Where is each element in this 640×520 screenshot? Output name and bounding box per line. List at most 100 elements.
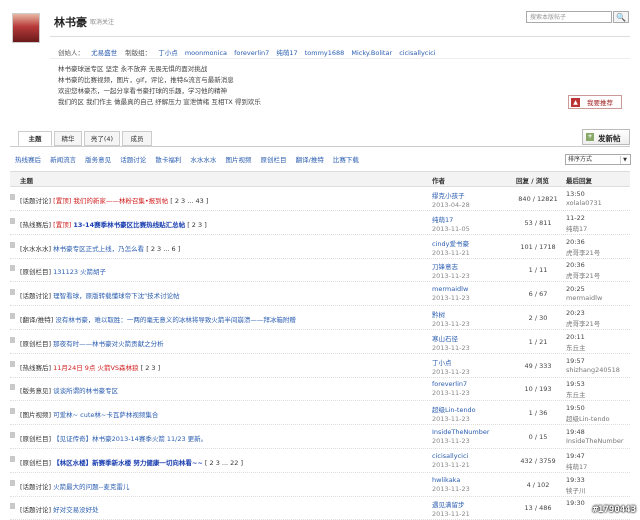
topic-category[interactable]: [翻译/推特]	[20, 316, 53, 324]
topic-title-link[interactable]: 13-14赛季林书豪区比赛热线贴汇总帖	[73, 221, 185, 229]
table-row[interactable]: [热线赛后] 11月24日 9点 火箭VS森林狼 [ 2 3 ] 丁小点 2013-…	[10, 354, 630, 378]
moderator-link[interactable]: Micky.Bolitar	[351, 49, 392, 57]
author-link[interactable]: foreverlin7	[432, 380, 470, 388]
author-link[interactable]: 遇见满留步	[432, 499, 470, 509]
moderator-link[interactable]: moonmonica	[185, 49, 227, 57]
topic-category[interactable]: [话题讨论]	[20, 506, 51, 514]
topic-title-link[interactable]: 没有林书豪，难以取胜：一两的毫无意义的冰林将导致火箭半间崩溃——拜冰箱附赠	[55, 316, 296, 324]
author-link[interactable]: InsideTheNumber	[432, 428, 490, 436]
last-reply-user[interactable]: 虎哥李21号	[566, 318, 600, 328]
topic-title-link[interactable]: 131123 火箭胡子	[53, 268, 106, 276]
recommend-button[interactable]: ▲ 我要推荐	[568, 95, 622, 109]
topic-pages[interactable]: [ 2 3 ... 22 ]	[205, 459, 243, 467]
topic-title-link[interactable]: 【见证传奇】林书豪2013-14赛季火箭 11/23 更新。	[53, 435, 207, 443]
last-reply-user[interactable]: 虎哥李21号	[566, 247, 600, 257]
moderator-link[interactable]: tommy1688	[305, 49, 345, 57]
last-reply-user[interactable]: mermaidlw	[566, 294, 602, 302]
topic-title-link[interactable]: 11月24日 9点 火箭VS森林狼	[53, 364, 138, 372]
author-link[interactable]: hwlikaka	[432, 476, 470, 484]
topic-pages[interactable]: [ 2 3 ]	[141, 364, 161, 372]
last-reply-user[interactable]: 纯萌17	[566, 461, 587, 471]
last-reply-user[interactable]: 犊子川	[566, 485, 586, 495]
topic-title-link[interactable]: 谈谈所谓的林书豪专区	[53, 387, 118, 395]
table-row[interactable]: [话题讨论] 好对交易没好处 遇见满留步 2013-11-21 13 / 486 19…	[10, 496, 630, 520]
table-row[interactable]: [话题讨论] 理智看球，原版转载懂球帝下沈"技术讨论帖 mermaidlw 201…	[10, 282, 630, 307]
topic-title-link[interactable]: 可爱林~ cute林~卡瓦萨林视频集合	[53, 411, 158, 419]
author-link[interactable]: cindy爱书豪	[432, 238, 470, 248]
table-row[interactable]: [原创栏目] 那夜有时——林书豪对火箭贡献之分析 寒山石径 2013-11-23 1…	[10, 330, 630, 354]
topic-category[interactable]: [原创栏目]	[20, 459, 51, 467]
topic-category[interactable]: [话题讨论]	[20, 483, 51, 491]
category-link[interactable]: 版务意见	[85, 156, 111, 164]
topic-title-link[interactable]: 【林区水楼】新赛季新水楼 努力健康一切向林看~~	[53, 459, 203, 467]
topic-category[interactable]: [原创栏目]	[20, 435, 51, 443]
topic-category[interactable]: [热线赛后]	[20, 221, 51, 229]
author-link[interactable]: 黔树	[432, 309, 470, 319]
table-row[interactable]: [话题讨论] [置顶] 我们的新家——林粉召集•报到帖 [ 2 3 ... 43…	[10, 187, 630, 211]
new-post-button[interactable]: + 发新帖	[582, 129, 630, 145]
moderator-link[interactable]: 丁小点	[158, 49, 178, 57]
topic-category[interactable]: [热线赛后]	[20, 364, 51, 372]
table-row[interactable]: [水水水水] 林书豪专区正式上线，乃怎么看 [ 2 3 ... 6 ] cindy…	[10, 235, 630, 259]
topic-title-link[interactable]: 好对交易没好处	[53, 506, 99, 514]
category-link[interactable]: 热线赛后	[15, 156, 41, 164]
topic-category[interactable]: [原创栏目]	[20, 268, 51, 276]
sort-select[interactable]: 排序方式 ▼	[565, 154, 631, 165]
topic-title-link[interactable]: 火箭最大的问题--麦克雷儿	[53, 483, 129, 491]
topic-category[interactable]: [话题讨论]	[20, 197, 51, 205]
topic-title-link[interactable]: 林书豪专区正式上线，乃怎么看	[53, 245, 144, 253]
unfollow-link[interactable]: 取消关注	[90, 17, 114, 26]
table-row[interactable]: [版务意见] 谈谈所谓的林书豪专区 foreverlin7 2013-11-23 1…	[10, 377, 630, 402]
author-link[interactable]: mermaidlw	[432, 285, 470, 293]
tab-essence[interactable]: 精华	[54, 131, 82, 146]
category-link[interactable]: 图片视频	[225, 156, 251, 164]
table-row[interactable]: [原创栏目] 131123 火箭胡子 刀锋意志 2013-11-23 1 / 11 2…	[10, 258, 630, 283]
last-reply-user[interactable]: 东丘主	[566, 342, 586, 352]
author-link[interactable]: cicisallycici	[432, 452, 470, 460]
table-row[interactable]: [话题讨论] 火箭最大的问题--麦克雷儿 hwlikaka 2013-11-23 4…	[10, 473, 630, 497]
topic-title-link[interactable]: 理智看球，原版转载懂球帝下沈"技术讨论帖	[53, 292, 180, 300]
category-link[interactable]: 比赛下载	[333, 156, 359, 164]
search-icon[interactable]: 🔍	[613, 11, 629, 23]
topic-pages[interactable]: [ 2 3 ... 43 ]	[170, 197, 208, 205]
author-link[interactable]: 超级Lin-tendo	[432, 404, 476, 414]
category-link[interactable]: 话题讨论	[120, 156, 146, 164]
table-row[interactable]: [图片视频] 可爱林~ cute林~卡瓦萨林视频集合 超级Lin-tendo 20…	[10, 401, 630, 426]
author-link[interactable]: 缪克小孩子	[432, 190, 470, 200]
category-link[interactable]: 新闻流言	[50, 156, 76, 164]
topic-pages[interactable]: [ 2 3 ... 6 ]	[146, 245, 180, 253]
tab-members[interactable]: 成员	[122, 131, 152, 146]
topic-pages[interactable]: [ 2 3 ]	[187, 221, 207, 229]
tab-topics[interactable]: 主题	[18, 131, 52, 146]
moderator-link[interactable]: 纯萌17	[276, 49, 297, 57]
last-reply-user[interactable]: 东丘主	[566, 389, 586, 399]
tab-highlighted[interactable]: 亮了(4)	[84, 131, 120, 146]
author-link[interactable]: 寒山石径	[432, 333, 470, 343]
author-link[interactable]: 刀锋意志	[432, 261, 470, 271]
last-reply-user[interactable]: shizhang240518	[566, 366, 620, 374]
category-link[interactable]: 散卡福利	[155, 156, 181, 164]
topic-title-link[interactable]: 我们的新家——林粉召集•报到帖	[73, 197, 168, 205]
last-reply-user[interactable]: 虎哥李21号	[566, 270, 600, 280]
author-link[interactable]: 纯萌17	[432, 214, 470, 224]
moderator-link[interactable]: cicisallycici	[399, 49, 435, 57]
last-reply-user[interactable]: 纯萌17	[566, 223, 587, 233]
last-reply-user[interactable]: InsideTheNumber	[566, 437, 624, 445]
topic-title-link[interactable]: 那夜有时——林书豪对火箭贡献之分析	[53, 340, 164, 348]
last-reply-user[interactable]: xolala0731	[566, 199, 602, 207]
topic-category[interactable]: [水水水水]	[20, 245, 51, 253]
moderator-link[interactable]: foreverlin7	[234, 49, 269, 57]
topic-category[interactable]: [版务意见]	[20, 387, 51, 395]
table-row[interactable]: [翻译/推特] 没有林书豪，难以取胜：一两的毫无意义的冰林将导致火箭半间崩溃——…	[10, 306, 630, 330]
topic-category[interactable]: [图片视频]	[20, 411, 51, 419]
category-link[interactable]: 原创栏目	[261, 156, 287, 164]
category-link[interactable]: 翻译/推特	[296, 156, 324, 164]
founder-link[interactable]: 尤易盛世	[91, 49, 117, 57]
table-row[interactable]: [热线赛后] [置顶] 13-14赛季林书豪区比赛热线贴汇总帖 [ 2 3 ] 纯…	[10, 211, 630, 235]
search-input[interactable]: 搜索本版帖子	[526, 11, 612, 23]
table-row[interactable]: [原创栏目] 【见证传奇】林书豪2013-14赛季火箭 11/23 更新。 In…	[10, 425, 630, 449]
topic-category[interactable]: [话题讨论]	[20, 292, 51, 300]
category-link[interactable]: 水水水水	[190, 156, 216, 164]
author-link[interactable]: 丁小点	[432, 357, 470, 367]
last-reply-user[interactable]: 超级Lin-tendo	[566, 413, 610, 423]
